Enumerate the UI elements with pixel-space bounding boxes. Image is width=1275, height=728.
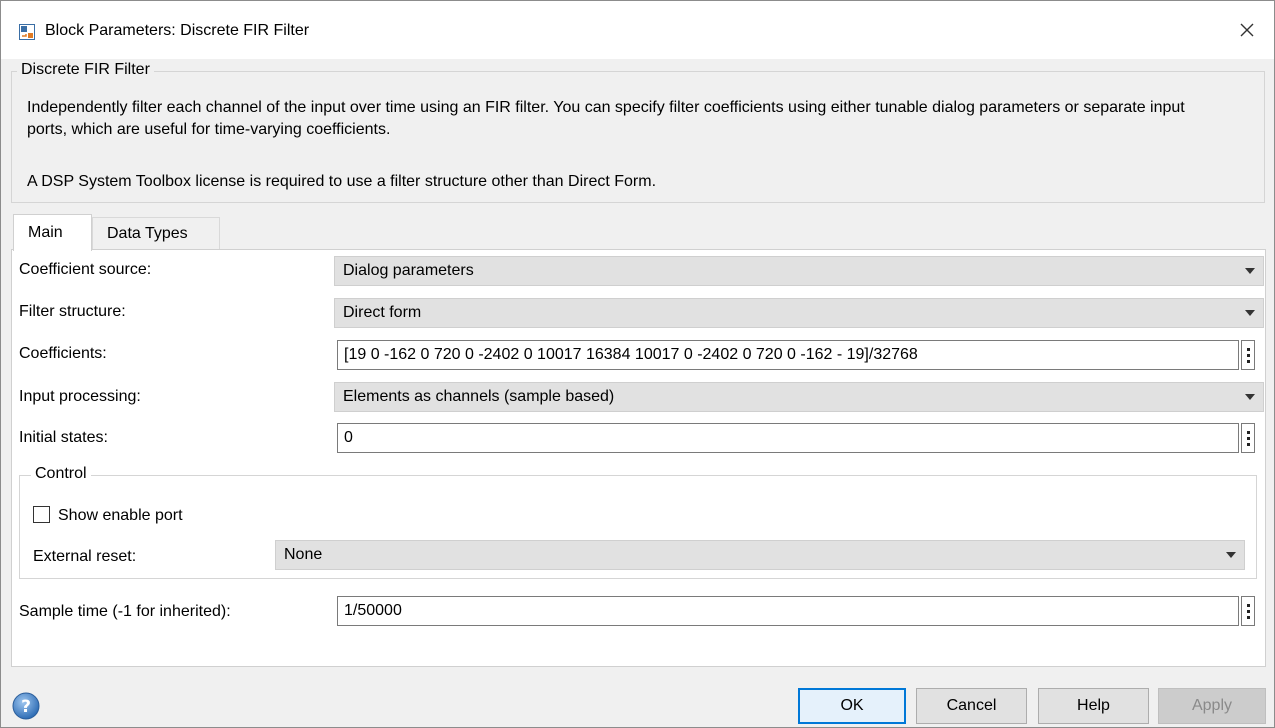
description-text: Independently filter each channel of the… bbox=[27, 99, 1185, 138]
initial-states-value: 0 bbox=[344, 429, 353, 446]
sample-time-input[interactable]: 1/50000 bbox=[337, 596, 1239, 626]
dropdown-arrow-icon bbox=[1245, 310, 1255, 316]
filter-structure-value: Direct form bbox=[343, 304, 422, 321]
initial-states-input[interactable]: 0 bbox=[337, 423, 1239, 453]
coefficients-more-button[interactable] bbox=[1241, 340, 1255, 370]
coefficients-value: [19 0 -162 0 720 0 -2402 0 10017 16384 1… bbox=[344, 346, 918, 363]
window-title: Block Parameters: Discrete FIR Filter bbox=[45, 22, 310, 39]
control-group-title: Control bbox=[31, 465, 91, 483]
coefficient-source-label: Coefficient source: bbox=[19, 261, 152, 278]
input-processing-value: Elements as channels (sample based) bbox=[343, 388, 615, 405]
external-reset-dropdown[interactable]: None bbox=[275, 540, 1245, 570]
block-parameters-dialog: Block Parameters: Discrete FIR Filter Di… bbox=[0, 0, 1275, 728]
help-question-icon[interactable]: ? bbox=[11, 691, 41, 721]
cancel-button[interactable]: Cancel bbox=[916, 688, 1027, 724]
help-button[interactable]: Help bbox=[1038, 688, 1149, 724]
sample-time-more-button[interactable] bbox=[1241, 596, 1255, 626]
tab-main[interactable]: Main bbox=[13, 214, 92, 251]
svg-text:?: ? bbox=[21, 697, 31, 717]
show-enable-port-label: Show enable port bbox=[58, 507, 183, 524]
close-icon bbox=[1240, 23, 1254, 37]
coefficients-input[interactable]: [19 0 -162 0 720 0 -2402 0 10017 16384 1… bbox=[337, 340, 1239, 370]
title-bar: Block Parameters: Discrete FIR Filter bbox=[1, 1, 1274, 59]
ok-button[interactable]: OK bbox=[798, 688, 906, 724]
input-processing-dropdown[interactable]: Elements as channels (sample based) bbox=[334, 382, 1264, 412]
input-processing-label: Input processing: bbox=[19, 388, 141, 405]
initial-states-more-button[interactable] bbox=[1241, 423, 1255, 453]
dropdown-arrow-icon bbox=[1226, 552, 1236, 558]
show-enable-port-checkbox[interactable] bbox=[33, 506, 50, 523]
external-reset-value: None bbox=[284, 546, 323, 563]
sample-time-value: 1/50000 bbox=[344, 602, 402, 619]
apply-button[interactable]: Apply bbox=[1158, 688, 1266, 724]
tab-data-types[interactable]: Data Types bbox=[92, 217, 220, 249]
coefficient-source-value: Dialog parameters bbox=[343, 262, 474, 279]
description-group-title: Discrete FIR Filter bbox=[17, 61, 154, 79]
license-note: A DSP System Toolbox license is required… bbox=[27, 173, 657, 190]
dropdown-arrow-icon bbox=[1245, 268, 1255, 274]
close-button[interactable] bbox=[1236, 19, 1258, 41]
initial-states-label: Initial states: bbox=[19, 429, 108, 446]
filter-structure-dropdown[interactable]: Direct form bbox=[334, 298, 1264, 328]
coefficients-label: Coefficients: bbox=[19, 345, 107, 362]
sample-time-label: Sample time (-1 for inherited): bbox=[19, 603, 231, 620]
dropdown-arrow-icon bbox=[1245, 394, 1255, 400]
external-reset-label: External reset: bbox=[33, 548, 137, 565]
filter-structure-label: Filter structure: bbox=[19, 303, 126, 320]
coefficient-source-dropdown[interactable]: Dialog parameters bbox=[334, 256, 1264, 286]
simulink-block-icon bbox=[19, 24, 35, 40]
